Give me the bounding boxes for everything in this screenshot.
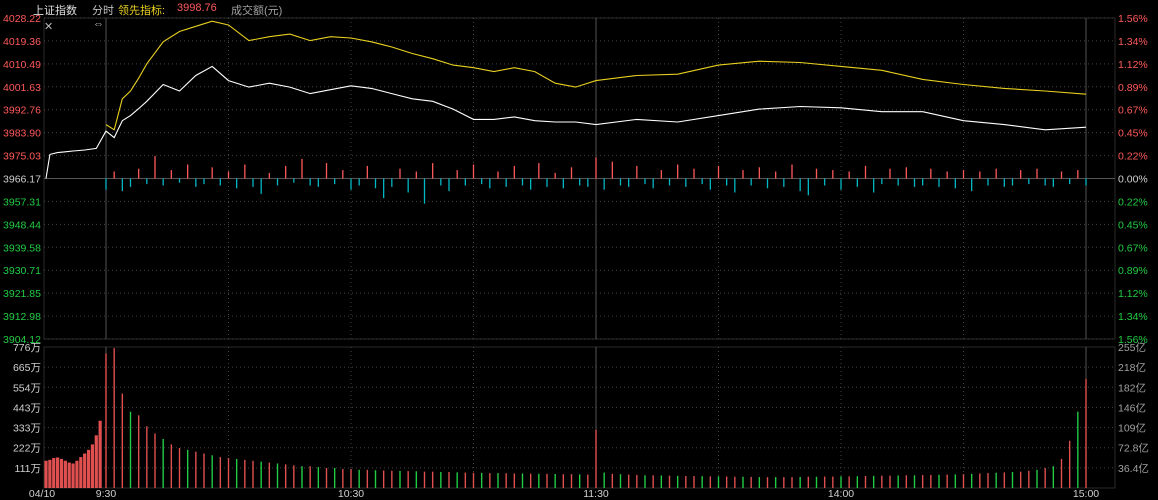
preopen-volume-bar — [56, 457, 60, 488]
y-tick-right: 0.22% — [1118, 151, 1148, 163]
preopen-volume-bar — [75, 460, 79, 488]
vol-tick-left: 776万 — [13, 342, 41, 354]
vol-tick-left: 111万 — [15, 463, 41, 475]
y-tick-right: 0.00% — [1118, 174, 1148, 186]
vol-tick-left: 443万 — [13, 402, 41, 414]
preopen-volume-bar — [83, 453, 87, 488]
intraday-chart[interactable]: 4028.22 4019.36 4010.49 4001.63 3992.76 3983.… — [0, 0, 1158, 500]
y-tick-right: 1.34% — [1118, 36, 1148, 48]
y-tick-left: 3975.03 — [3, 151, 41, 163]
preopen-volume-bar — [52, 458, 56, 488]
preopen-volume-bar — [63, 460, 67, 488]
vol-tick-left: 222万 — [13, 443, 41, 455]
vol-tick-right: 109亿 — [1118, 422, 1146, 435]
y-tick-left: 3957.31 — [3, 196, 41, 208]
preopen-volume-bar — [90, 444, 94, 488]
y-tick-right: 0.67% — [1118, 242, 1148, 254]
y-tick-left: 3948.44 — [3, 219, 41, 231]
x-tick: 10:30 — [338, 488, 364, 500]
vol-tick-right: 218亿 — [1118, 361, 1146, 374]
vol-tick-left: 554万 — [13, 382, 41, 394]
y-tick-left: 3921.85 — [3, 288, 41, 300]
y-tick-left: 4028.22 — [3, 13, 41, 25]
y-tick-left: 3939.58 — [3, 242, 41, 254]
y-tick-right: 0.22% — [1118, 196, 1148, 208]
preopen-volume-bar — [67, 462, 71, 488]
y-tick-left: 4010.49 — [3, 59, 41, 71]
preopen-volume-bar — [86, 449, 91, 488]
y-tick-left: 3912.98 — [3, 311, 41, 323]
y-tick-right: 1.34% — [1118, 311, 1148, 323]
y-tick-right: 0.45% — [1118, 219, 1148, 231]
x-tick: 14:00 — [828, 488, 854, 500]
price-lines — [45, 20, 1087, 179]
vol-tick-right: 72.8亿 — [1118, 442, 1149, 455]
vol-tick-left: 333万 — [13, 423, 41, 435]
x-tick: 11:30 — [583, 488, 609, 500]
volume-bars — [44, 348, 1087, 488]
preopen-volume-bar — [44, 460, 48, 488]
x-tick: 9:30 — [96, 488, 117, 500]
preopen-volume-bar — [94, 435, 98, 488]
preopen-volume-bar — [48, 459, 52, 488]
y-tick-right: 0.45% — [1118, 128, 1148, 140]
y-tick-right: 1.12% — [1118, 59, 1148, 71]
y-tick-left: 4001.63 — [3, 82, 41, 94]
y-tick-left: 3983.90 — [3, 128, 41, 140]
vol-tick-left: 665万 — [13, 362, 41, 374]
price-line — [45, 65, 1087, 179]
preopen-volume-bar — [71, 463, 75, 488]
y-tick-right: 1.12% — [1118, 288, 1148, 300]
preopen-volume-bar — [79, 457, 83, 488]
y-tick-right: 0.89% — [1118, 265, 1148, 277]
vol-tick-right: 36.4亿 — [1118, 462, 1149, 475]
vol-tick-right: 255亿 — [1118, 341, 1146, 354]
vol-tick-right: 146亿 — [1118, 401, 1146, 414]
preopen-volume-bar — [98, 420, 102, 488]
y-tick-right: 0.89% — [1118, 82, 1148, 94]
y-tick-left: 4019.36 — [3, 36, 41, 48]
vol-tick-right: 182亿 — [1118, 381, 1146, 394]
grid — [43, 17, 1116, 489]
preopen-volume-bar — [59, 458, 64, 488]
y-tick-left: 3966.17 — [3, 174, 41, 186]
y-tick-left: 3992.76 — [3, 105, 41, 117]
y-tick-right: 1.56% — [1118, 13, 1148, 25]
x-tick: 04/10 — [29, 488, 55, 500]
y-tick-right: 0.67% — [1118, 105, 1148, 117]
y-tick-left: 3930.71 — [3, 265, 41, 277]
x-tick: 15:00 — [1073, 488, 1099, 500]
